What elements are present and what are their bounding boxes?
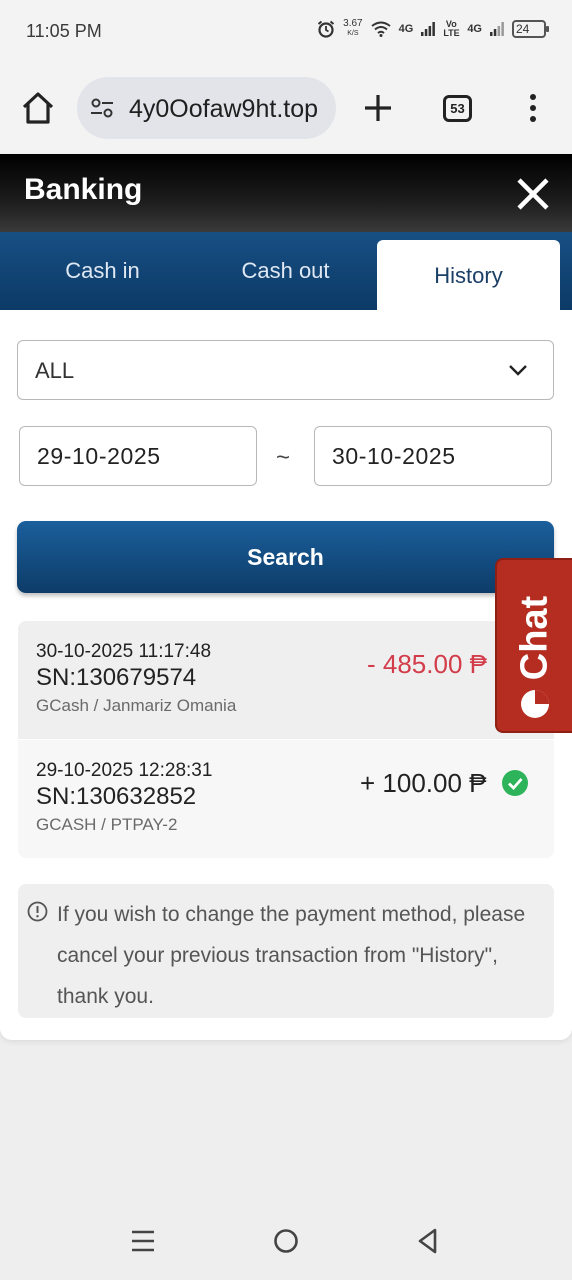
home-nav-icon[interactable] — [271, 1226, 301, 1256]
status-icons: 3.67 K/S 4G Vo LTE 4G 24 — [317, 18, 549, 39]
address-bar[interactable]: 4y0Oofaw9ht.top — [77, 77, 336, 139]
type-filter-value: ALL — [35, 358, 75, 383]
browser-toolbar: 4y0Oofaw9ht.top 53 — [0, 62, 572, 154]
site-settings-icon[interactable] — [89, 96, 115, 120]
signal-icon — [421, 22, 436, 36]
notice-text: If you wish to change the payment method… — [57, 903, 526, 1008]
transaction-amount: + 100.00 ₱ — [360, 768, 487, 798]
recent-apps-icon[interactable] — [128, 1226, 158, 1256]
wifi-icon — [371, 21, 391, 37]
success-check-icon — [502, 770, 528, 796]
chevron-down-icon — [509, 365, 527, 376]
chat-bubble-icon — [521, 690, 549, 718]
transaction-amount: - 485.00 ₱ — [367, 649, 487, 679]
chat-label: Chat — [513, 595, 556, 681]
search-button[interactable]: Search — [17, 521, 554, 593]
transaction-row[interactable]: 30-10-2025 11:17:48 SN:130679574 GCash /… — [18, 621, 554, 739]
home-icon[interactable] — [20, 90, 56, 126]
banking-panel: Banking Cash in Cash out History ALL 29-… — [0, 154, 572, 1040]
volte-label: Vo LTE — [443, 19, 460, 38]
panel-header: Banking — [0, 154, 572, 232]
transaction-datetime: 29-10-2025 12:28:31 — [36, 760, 213, 781]
info-icon — [27, 901, 48, 922]
network-4g-label-2: 4G — [467, 22, 482, 35]
close-icon[interactable] — [515, 176, 551, 212]
alarm-icon — [318, 20, 335, 38]
banking-tabs: Cash in Cash out History — [0, 232, 572, 310]
transaction-row[interactable]: 29-10-2025 12:28:31 SN:130632852 GCASH /… — [18, 740, 554, 858]
status-bar: 11:05 PM 3.67 K/S 4G Vo LTE 4G 24 — [0, 0, 572, 62]
tab-switcher-button[interactable]: 53 — [443, 95, 472, 122]
transaction-sn: SN:130632852 — [36, 783, 197, 810]
signal-icon-2 — [490, 22, 504, 36]
battery-icon: 24 — [512, 20, 549, 38]
transaction-method: GCash / Janmariz Omania — [36, 696, 237, 715]
status-time: 11:05 PM — [26, 21, 102, 41]
system-nav-bar — [0, 1200, 572, 1280]
type-filter-select[interactable]: ALL — [17, 340, 554, 400]
browser-menu-icon[interactable] — [520, 92, 546, 124]
tab-history[interactable]: History — [377, 240, 560, 310]
tab-cash-out[interactable]: Cash out — [193, 232, 378, 310]
url-text[interactable]: 4y0Oofaw9ht.top — [129, 95, 329, 124]
transaction-method: GCASH / PTPAY-2 — [36, 815, 178, 834]
transaction-list: 30-10-2025 11:17:48 SN:130679574 GCash /… — [18, 621, 554, 858]
back-icon[interactable] — [413, 1226, 443, 1256]
network-speed: 3.67 K/S — [343, 18, 363, 38]
chat-button[interactable]: Chat — [495, 558, 572, 733]
date-from-input[interactable]: 29-10-2025 — [19, 426, 257, 486]
new-tab-icon[interactable] — [362, 92, 394, 124]
transaction-sn: SN:130679574 — [36, 664, 197, 691]
date-separator: ~ — [276, 444, 291, 471]
date-to-input[interactable]: 30-10-2025 — [314, 426, 552, 486]
transaction-datetime: 30-10-2025 11:17:48 — [36, 641, 212, 662]
network-4g-label: 4G — [398, 22, 414, 35]
notice-box: If you wish to change the payment method… — [18, 884, 554, 1018]
tab-cash-in[interactable]: Cash in — [0, 232, 205, 310]
panel-title: Banking — [24, 173, 143, 206]
